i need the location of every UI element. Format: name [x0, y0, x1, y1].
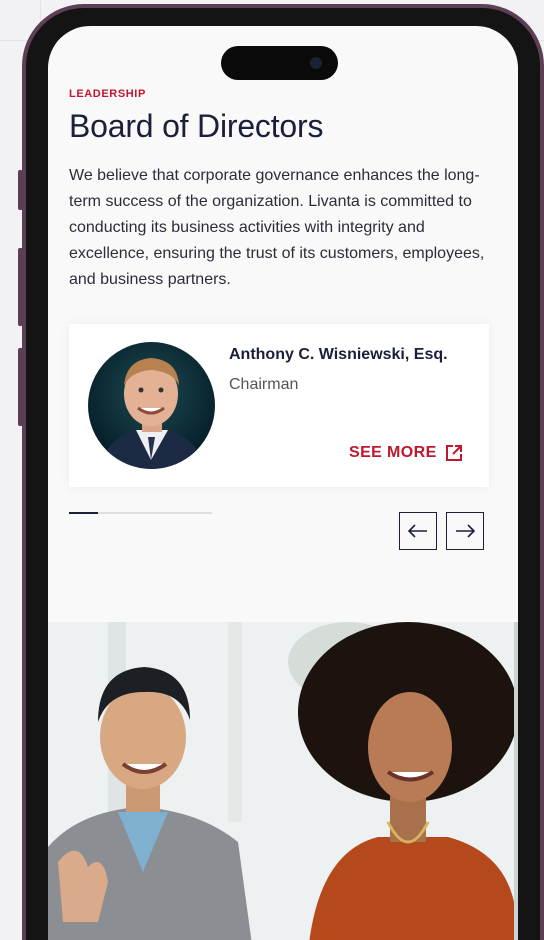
- carousel-progress-fill: [69, 512, 98, 514]
- section-eyebrow: LEADERSHIP: [69, 88, 146, 100]
- arrow-left-icon: [408, 524, 427, 538]
- see-more-label: SEE MORE: [349, 444, 437, 461]
- dynamic-island: [221, 46, 338, 80]
- director-name: Anthony C. Wisniewski, Esq.: [229, 346, 448, 363]
- leadership-section: LEADERSHIP Board of Directors We believe…: [69, 88, 494, 293]
- external-link-icon: [445, 445, 462, 461]
- director-avatar: [88, 342, 215, 469]
- section-description: We believe that corporate governance enh…: [69, 167, 485, 288]
- arrow-right-icon: [456, 524, 475, 538]
- phone-frame: LEADERSHIP Board of Directors We believe…: [22, 4, 544, 940]
- see-more-link[interactable]: SEE MORE: [349, 444, 463, 462]
- phone-bezel: LEADERSHIP Board of Directors We believe…: [26, 8, 540, 940]
- camera-icon: [310, 57, 322, 69]
- team-photo-illustration: [48, 622, 518, 940]
- page-title: Board of Directors: [69, 108, 324, 144]
- carousel-next-button[interactable]: [446, 512, 484, 550]
- director-card: Anthony C. Wisniewski, Esq. Chairman SEE…: [69, 324, 489, 487]
- director-portrait-icon: [98, 358, 206, 469]
- director-role: Chairman: [229, 376, 299, 393]
- team-photo: [48, 622, 518, 940]
- carousel-progress: [69, 512, 212, 514]
- carousel-prev-button[interactable]: [399, 512, 437, 550]
- phone-screen: LEADERSHIP Board of Directors We believe…: [48, 26, 518, 940]
